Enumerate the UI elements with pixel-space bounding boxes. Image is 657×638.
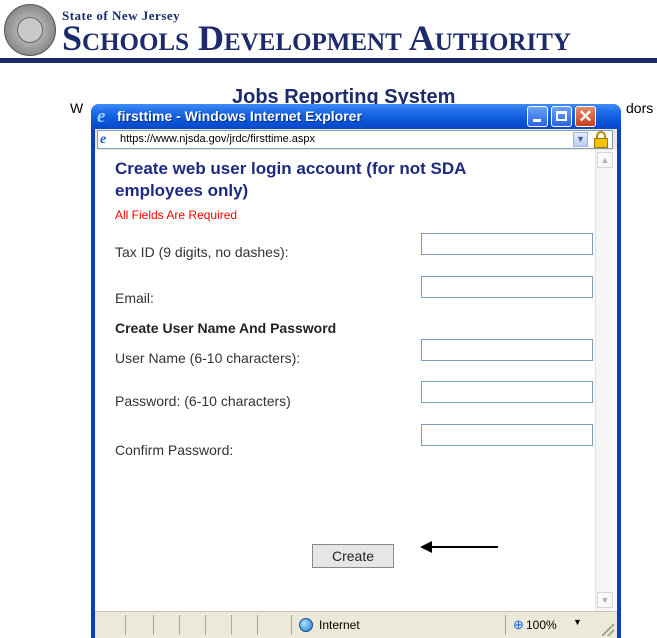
vertical-scrollbar[interactable]: ▲ ▼ bbox=[595, 150, 613, 611]
arrow-head bbox=[420, 541, 432, 553]
scroll-up-icon[interactable]: ▲ bbox=[597, 152, 613, 168]
dropdown-icon[interactable]: ▼ bbox=[573, 132, 588, 147]
maximize-button[interactable] bbox=[551, 106, 572, 127]
window-titlebar[interactable]: e firsttime - Windows Internet Explorer … bbox=[91, 104, 621, 129]
username-label: User Name (6-10 characters): bbox=[115, 350, 301, 366]
status-separator bbox=[505, 615, 506, 635]
status-separator bbox=[231, 615, 232, 635]
form-heading: Create web user login account (for not S… bbox=[115, 159, 466, 200]
close-icon: ✕ bbox=[578, 107, 593, 126]
seal-icon bbox=[4, 4, 56, 56]
confirm-password-input[interactable] bbox=[421, 424, 593, 446]
arrow-line bbox=[430, 546, 498, 548]
background-text-right: dors bbox=[626, 100, 654, 116]
tax-id-label: Tax ID (9 digits, no dashes): bbox=[115, 244, 289, 260]
maximize-icon bbox=[556, 111, 567, 121]
security-zone[interactable]: Internet bbox=[319, 618, 360, 632]
window-title: firsttime - Windows Internet Explorer bbox=[117, 108, 362, 124]
zoom-level[interactable]: 100% bbox=[526, 618, 557, 632]
minimize-icon bbox=[533, 119, 541, 122]
globe-icon bbox=[299, 618, 313, 632]
minimize-button[interactable] bbox=[527, 106, 548, 127]
close-button[interactable]: ✕ bbox=[575, 106, 596, 127]
confirm-password-label: Confirm Password: bbox=[115, 442, 234, 458]
email-label: Email: bbox=[115, 290, 154, 306]
lock-icon[interactable] bbox=[592, 131, 610, 148]
page-content: Create web user login account (for not S… bbox=[95, 150, 617, 611]
section-heading: Create User Name And Password bbox=[115, 320, 337, 336]
status-separator bbox=[153, 615, 154, 635]
email-input[interactable] bbox=[421, 276, 593, 298]
status-bar: Internet ⊕ 100% ▼ bbox=[95, 611, 617, 638]
header-rule bbox=[0, 58, 657, 63]
create-button[interactable]: Create bbox=[312, 544, 394, 568]
status-separator bbox=[205, 615, 206, 635]
popup-window: e firsttime - Windows Internet Explorer … bbox=[91, 104, 621, 638]
background-text-left: W bbox=[70, 100, 84, 116]
username-input[interactable] bbox=[421, 339, 593, 361]
required-note: All Fields Are Required bbox=[115, 208, 238, 222]
status-separator bbox=[257, 615, 258, 635]
url-text: https://www.njsda.gov/jrdc/firsttime.asp… bbox=[120, 133, 316, 145]
address-bar: e https://www.njsda.gov/jrdc/firsttime.a… bbox=[95, 129, 617, 150]
authority-line: Schools Development Authority bbox=[62, 18, 571, 58]
ie-logo-icon: e bbox=[97, 106, 106, 127]
zoom-icon[interactable]: ⊕ bbox=[513, 617, 524, 633]
scroll-down-icon[interactable]: ▼ bbox=[597, 592, 613, 608]
arrow-icon bbox=[420, 540, 498, 554]
page-icon: e bbox=[100, 132, 107, 147]
password-label: Password: (6-10 characters) bbox=[115, 393, 291, 409]
status-separator bbox=[125, 615, 126, 635]
tax-id-input[interactable] bbox=[421, 233, 593, 255]
seal-inner bbox=[17, 17, 43, 43]
status-separator bbox=[179, 615, 180, 635]
resize-grip-icon[interactable] bbox=[602, 624, 614, 636]
lock-body bbox=[594, 138, 608, 148]
status-separator bbox=[291, 615, 292, 635]
address-field[interactable]: e https://www.njsda.gov/jrdc/firsttime.a… bbox=[97, 130, 613, 149]
zoom-dropdown-icon[interactable]: ▼ bbox=[573, 617, 582, 627]
password-input[interactable] bbox=[421, 381, 593, 403]
